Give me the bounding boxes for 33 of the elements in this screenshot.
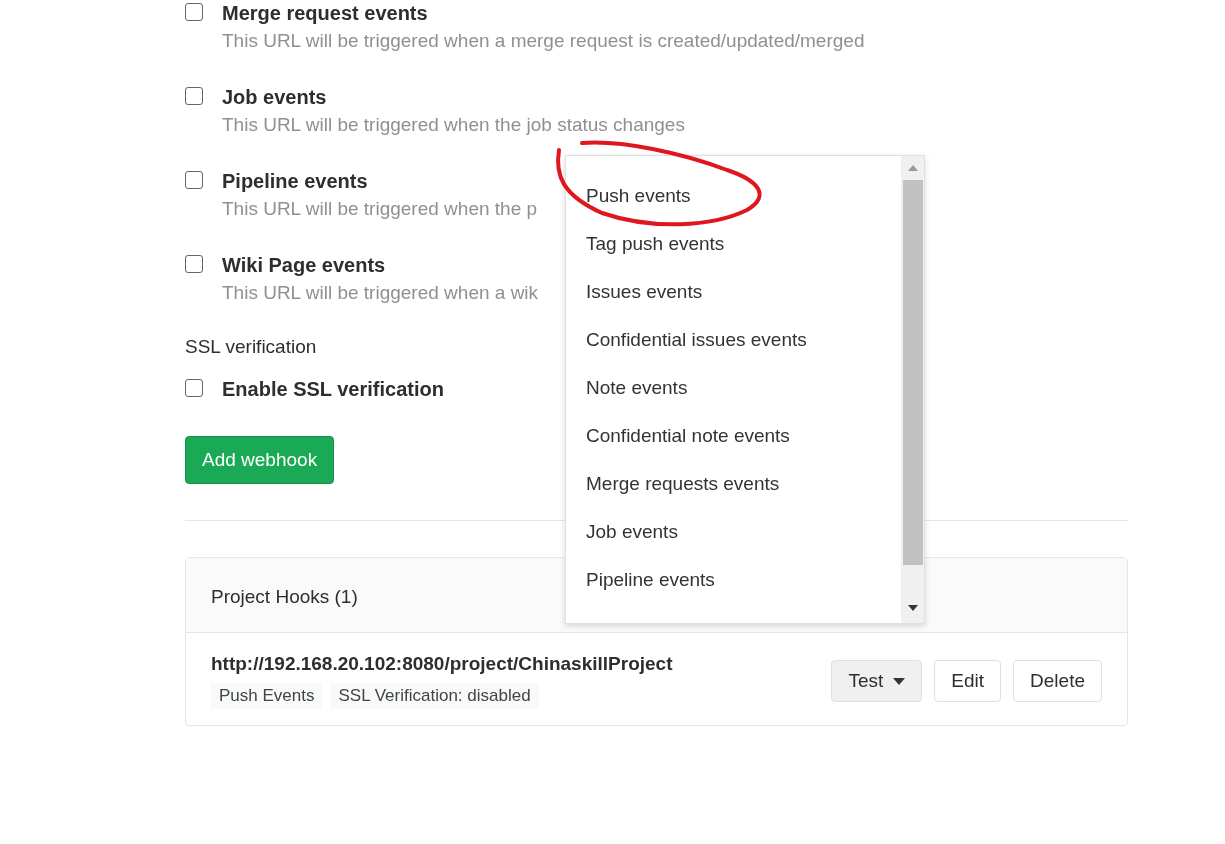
checkbox-label: Merge request events — [222, 1, 428, 26]
checkbox-label: Wiki Page events — [222, 253, 386, 278]
hook-url: http://192.168.20.102:8080/project/ChinaskillProject — [211, 653, 673, 674]
checkbox[interactable] — [185, 87, 203, 105]
scrollbar[interactable] — [901, 156, 924, 623]
event-description: This URL will be triggered when the job status changes — [222, 113, 685, 137]
dropdown-item[interactable]: Confidential note events — [566, 422, 901, 470]
checkbox-label: Job events — [222, 85, 327, 110]
event-description: This URL will be triggered when a wik — [222, 281, 539, 305]
checkbox[interactable] — [185, 171, 203, 189]
dropdown-item[interactable]: Merge requests events — [566, 470, 901, 518]
dropdown-item[interactable]: Note events — [566, 374, 901, 422]
test-dropdown-button[interactable]: Test — [831, 660, 923, 702]
event-description: This URL will be triggered when the p — [222, 197, 538, 221]
dropdown-item[interactable]: Pipeline events — [566, 566, 901, 614]
dropdown-item[interactable]: Tag push events — [566, 230, 901, 278]
checkbox[interactable] — [185, 3, 203, 21]
scrollbar-thumb[interactable] — [902, 180, 923, 565]
hook-badge: SSL Verification: disabled — [330, 683, 539, 709]
hook-action-button[interactable]: Delete — [1013, 660, 1102, 702]
hook-badge: Push Events — [211, 683, 323, 709]
dropdown-item[interactable]: Confidential issues events — [566, 326, 901, 374]
checkbox[interactable] — [185, 379, 203, 397]
caret-icon — [893, 677, 906, 685]
hook-action-button[interactable]: Edit — [934, 660, 1002, 702]
checkbox-label: Pipeline events — [222, 169, 368, 194]
dropdown-item[interactable]: Issues events — [566, 278, 901, 326]
checkbox-label: Enable SSL verification — [222, 377, 444, 402]
event-description: This URL will be triggered when a merge request is created/updated/merged — [222, 29, 865, 53]
dropdown-item[interactable]: Push events — [566, 182, 901, 230]
checkbox[interactable] — [185, 255, 203, 273]
section-heading: SSL verification — [185, 336, 317, 358]
scroll-down-icon[interactable] — [907, 605, 918, 611]
